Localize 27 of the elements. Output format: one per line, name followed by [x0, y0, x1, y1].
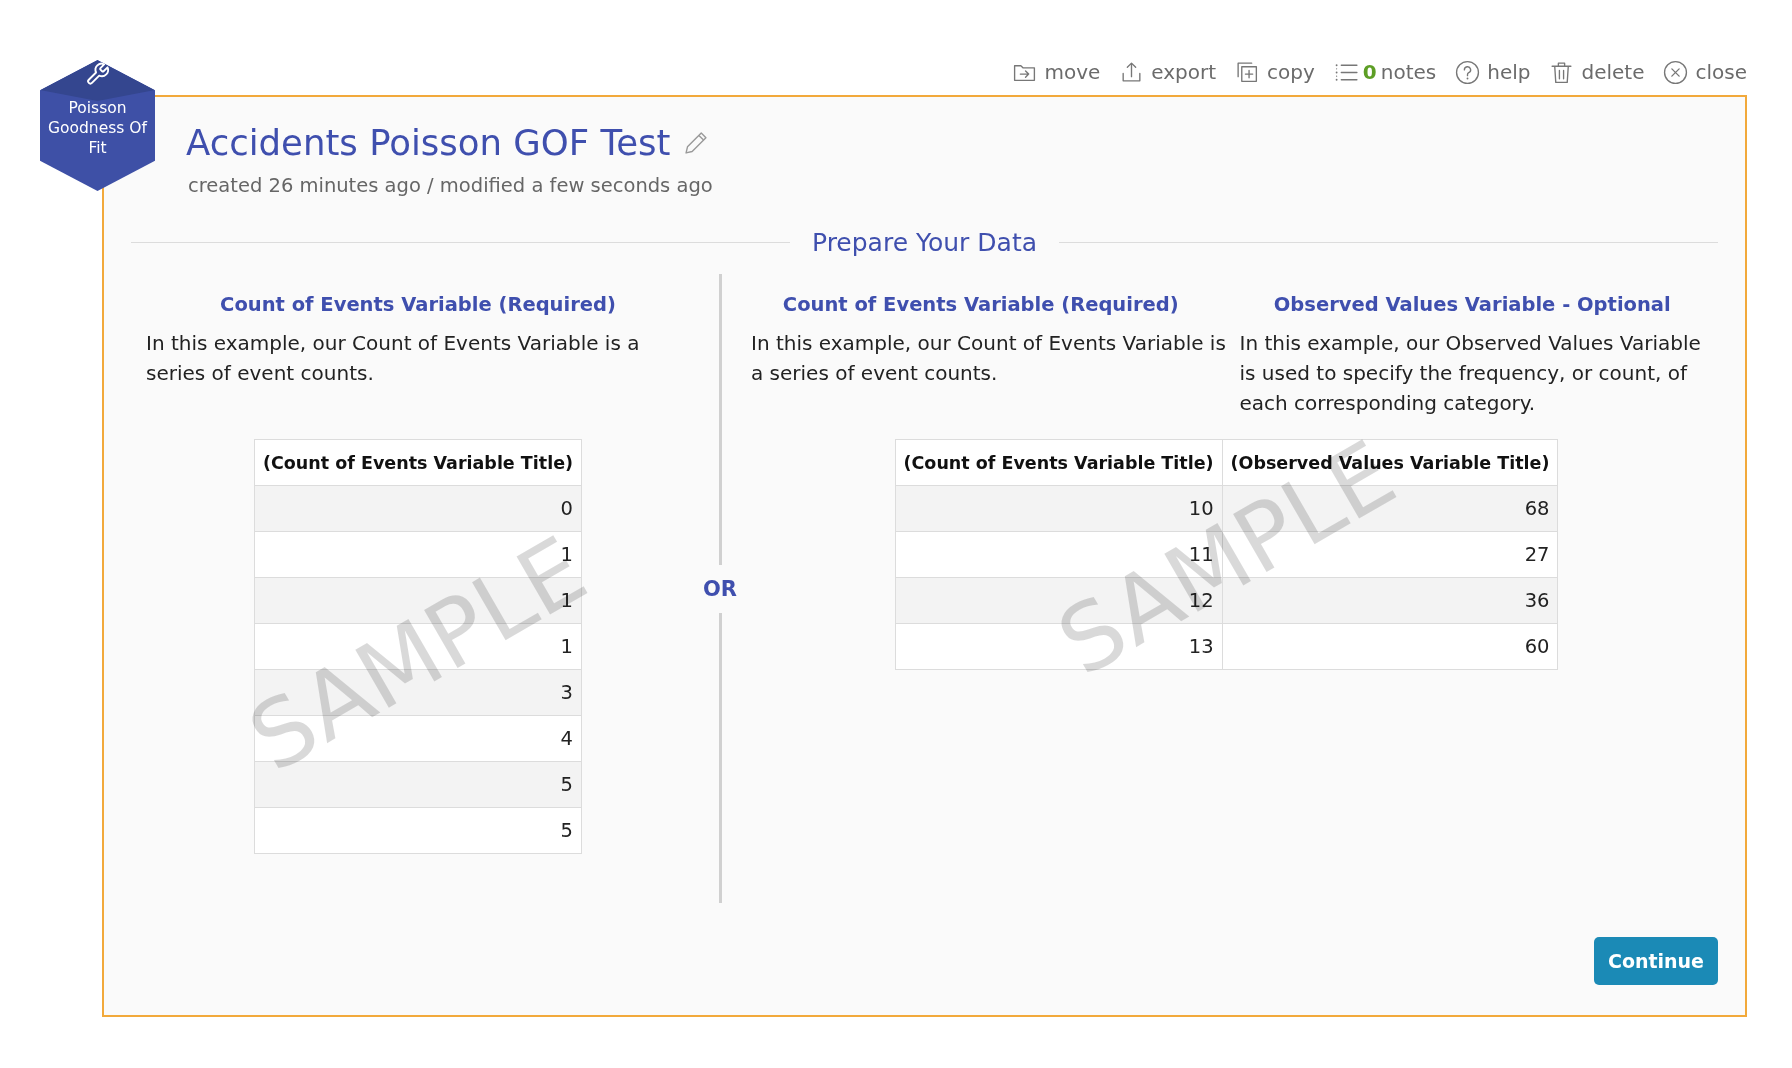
variable-heading: Count of Events Variable (Required) [782, 292, 1179, 318]
delete-button[interactable]: delete [1549, 59, 1645, 85]
document-title: Accidents Poisson GOF Test [186, 121, 671, 165]
notes-button[interactable]: 0 notes [1333, 59, 1437, 85]
badge-label: Poisson Goodness Of Fit [47, 98, 149, 158]
table-cell: 0 [254, 485, 582, 532]
variable-heading: Observed Values Variable - Optional [1273, 292, 1671, 318]
table-cell: 5 [254, 761, 582, 808]
or-separator-label: OR [703, 575, 737, 603]
continue-button[interactable]: Continue [1593, 937, 1718, 985]
close-button[interactable]: close [1663, 59, 1747, 85]
variable-heading: Count of Events Variable (Required) [220, 292, 616, 318]
section-title: Prepare Your Data [812, 227, 1037, 257]
document-meta-text: created 26 minutes ago / modified a few seconds ago [187, 174, 714, 198]
help-button[interactable]: help [1455, 59, 1531, 85]
table-header-cell: (Count of Events Variable Title) [254, 439, 582, 486]
wrench-icon [40, 60, 155, 101]
variable-description: In this example, our Count of Events Variable is a series of event counts. [145, 330, 641, 387]
close-icon [1663, 59, 1689, 85]
move-button[interactable]: move [1012, 59, 1101, 85]
table-cell: 5 [254, 807, 582, 854]
variable-description: In this example, our Count of Events Variable is a series of event counts. [750, 330, 1227, 387]
export-button[interactable]: export [1119, 59, 1217, 85]
variable-description: In this example, our Observed Values Variable is used to specify the frequency, or count, of each corresponding category. [1238, 330, 1702, 417]
copy-button[interactable]: copy [1235, 59, 1315, 85]
notes-count: 0 [1362, 60, 1377, 84]
help-icon [1455, 59, 1481, 85]
